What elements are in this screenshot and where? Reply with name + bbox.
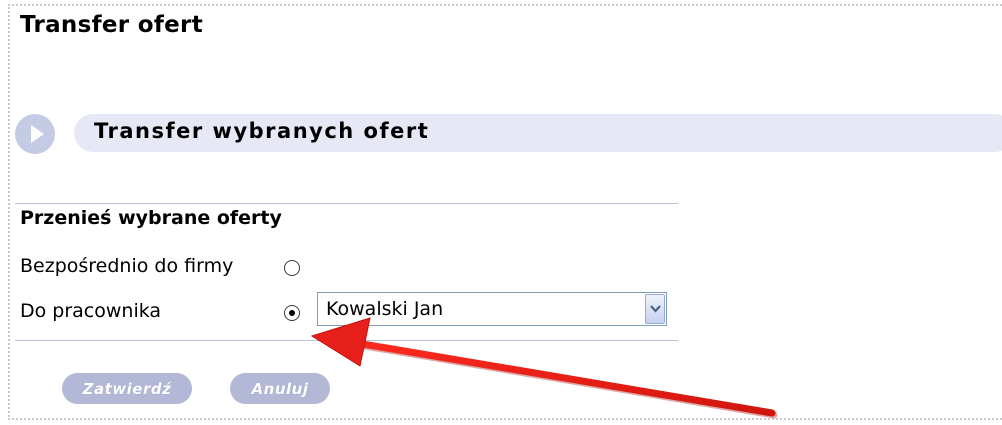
option-direct-label: Bezpośrednio do firmy (20, 255, 234, 277)
option-employee-label: Do pracownika (20, 300, 162, 322)
form-heading: Przenieś wybrane oferty (20, 207, 282, 229)
employee-select-value: Kowalski Jan (326, 298, 444, 320)
option-direct-radio[interactable] (284, 260, 300, 276)
cancel-button[interactable]: Anuluj (230, 373, 330, 404)
confirm-button[interactable]: Zatwierdź (62, 373, 192, 404)
divider-bottom (15, 340, 678, 341)
chevron-down-icon[interactable] (645, 294, 665, 324)
divider-top (15, 203, 678, 204)
page-title: Transfer ofert (20, 12, 203, 38)
section-title: Transfer wybranych ofert (94, 119, 430, 143)
option-employee-radio[interactable] (284, 305, 300, 321)
employee-select[interactable]: Kowalski Jan (317, 292, 667, 326)
radio-selected-dot (289, 310, 295, 316)
play-circle-icon (15, 114, 55, 154)
